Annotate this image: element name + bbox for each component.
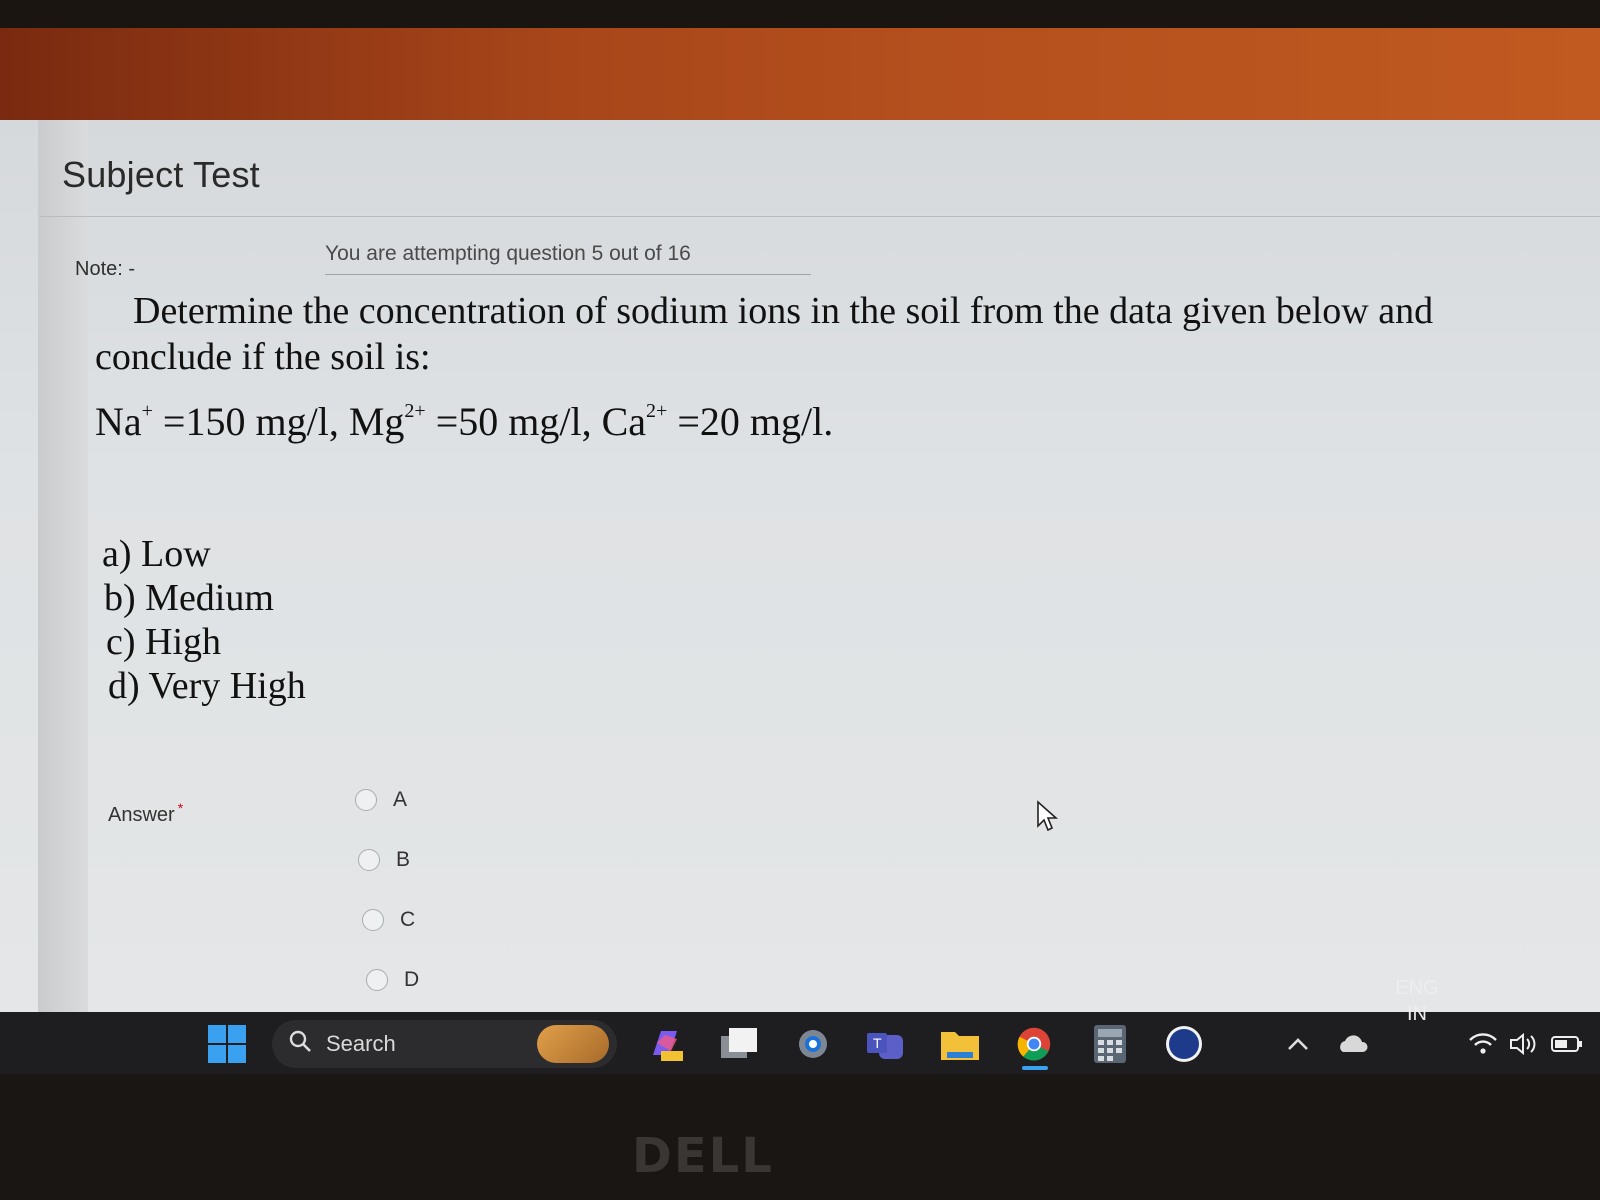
formula-na-charge: + [141, 400, 153, 422]
radio-c[interactable] [362, 909, 384, 931]
formula-mg-value: =50 mg/l, [425, 399, 602, 444]
laptop-chassis [0, 1074, 1600, 1200]
taskbar-search-box[interactable]: Search [272, 1020, 617, 1068]
answer-option-c[interactable]: C [362, 908, 415, 932]
nxtwave-app-icon[interactable] [1164, 1026, 1204, 1062]
radio-a[interactable] [355, 789, 377, 811]
search-highlight-icon [537, 1025, 609, 1063]
answer-option-c-label: C [400, 908, 416, 931]
formula-mg-charge: 2+ [404, 400, 426, 422]
question-options: a) Low b) Medium c) High d) Very High [102, 532, 306, 708]
taskbar: Search T [0, 1012, 1600, 1074]
language-region: IN [1407, 1003, 1427, 1025]
task-view-icon[interactable] [718, 1026, 760, 1062]
chrome-icon[interactable] [1012, 1026, 1056, 1062]
windows-start-icon[interactable] [208, 1025, 246, 1063]
formula-ca-charge: 2+ [646, 400, 668, 422]
question-line-2: conclude if the soil is: [95, 336, 431, 378]
mouse-cursor-icon [1036, 800, 1060, 837]
settings-gear-icon[interactable] [792, 1026, 834, 1062]
radio-b[interactable] [358, 849, 380, 871]
language-indicator[interactable]: ENG IN [1392, 975, 1442, 1027]
answer-option-b-label: B [396, 848, 411, 871]
teams-icon[interactable]: T [864, 1026, 908, 1062]
answer-option-a[interactable]: A [355, 788, 407, 812]
radio-d[interactable] [366, 969, 388, 991]
formula-ca: Ca [601, 399, 647, 444]
answer-label: Answer * [108, 800, 183, 827]
show-hidden-icons-chevron-up-icon[interactable] [1284, 1026, 1312, 1062]
chrome-active-indicator [1022, 1066, 1048, 1070]
page-left-gutter [38, 120, 88, 1012]
search-icon [288, 1029, 312, 1059]
option-text-b: b) Medium [104, 577, 274, 619]
file-explorer-folder-icon[interactable] [938, 1026, 982, 1062]
required-asterisk: * [177, 800, 184, 816]
question-text: Determine the concentration of sodium io… [95, 288, 1515, 449]
question-progress: You are attempting question 5 out of 16 [325, 242, 811, 275]
answer-option-d-label: D [404, 968, 420, 991]
dell-logo: DELL [632, 1128, 774, 1184]
formula-na: Na [95, 399, 142, 444]
formula-na-value: =150 mg/l, [152, 399, 349, 444]
formula-ca-value: =20 mg/l. [667, 399, 834, 444]
answer-label-text: Answer [108, 804, 175, 826]
title-divider [40, 216, 1600, 217]
onedrive-cloud-icon[interactable] [1336, 1026, 1370, 1062]
search-placeholder: Search [326, 1031, 396, 1056]
answer-option-d[interactable]: D [366, 968, 419, 992]
option-text-a: a) Low [102, 533, 211, 575]
note-label: Note: - [75, 258, 136, 280]
battery-icon[interactable] [1550, 1026, 1584, 1062]
volume-icon[interactable] [1508, 1026, 1540, 1062]
answer-option-a-label: A [393, 788, 408, 811]
language-code: ENG [1395, 977, 1439, 999]
option-text-c: c) High [106, 621, 222, 663]
formula-mg: Mg [348, 399, 405, 444]
svg-text:T: T [873, 1035, 882, 1051]
wifi-icon[interactable] [1466, 1026, 1500, 1062]
page-title: Subject Test [62, 154, 260, 195]
question-formula: Na+ =150 mg/l, Mg2+ =50 mg/l, Ca2+ =20 m… [95, 384, 1515, 449]
screen-bezel-top [0, 0, 1600, 135]
answer-option-b[interactable]: B [358, 848, 410, 872]
calculator-icon[interactable] [1090, 1025, 1130, 1063]
browser-viewport: Subject Test Note: - You are attempting … [0, 120, 1600, 1012]
option-text-d: d) Very High [108, 665, 306, 707]
copilot-pre-icon[interactable] [646, 1026, 686, 1062]
question-line-1: Determine the concentration of sodium io… [133, 290, 1434, 332]
